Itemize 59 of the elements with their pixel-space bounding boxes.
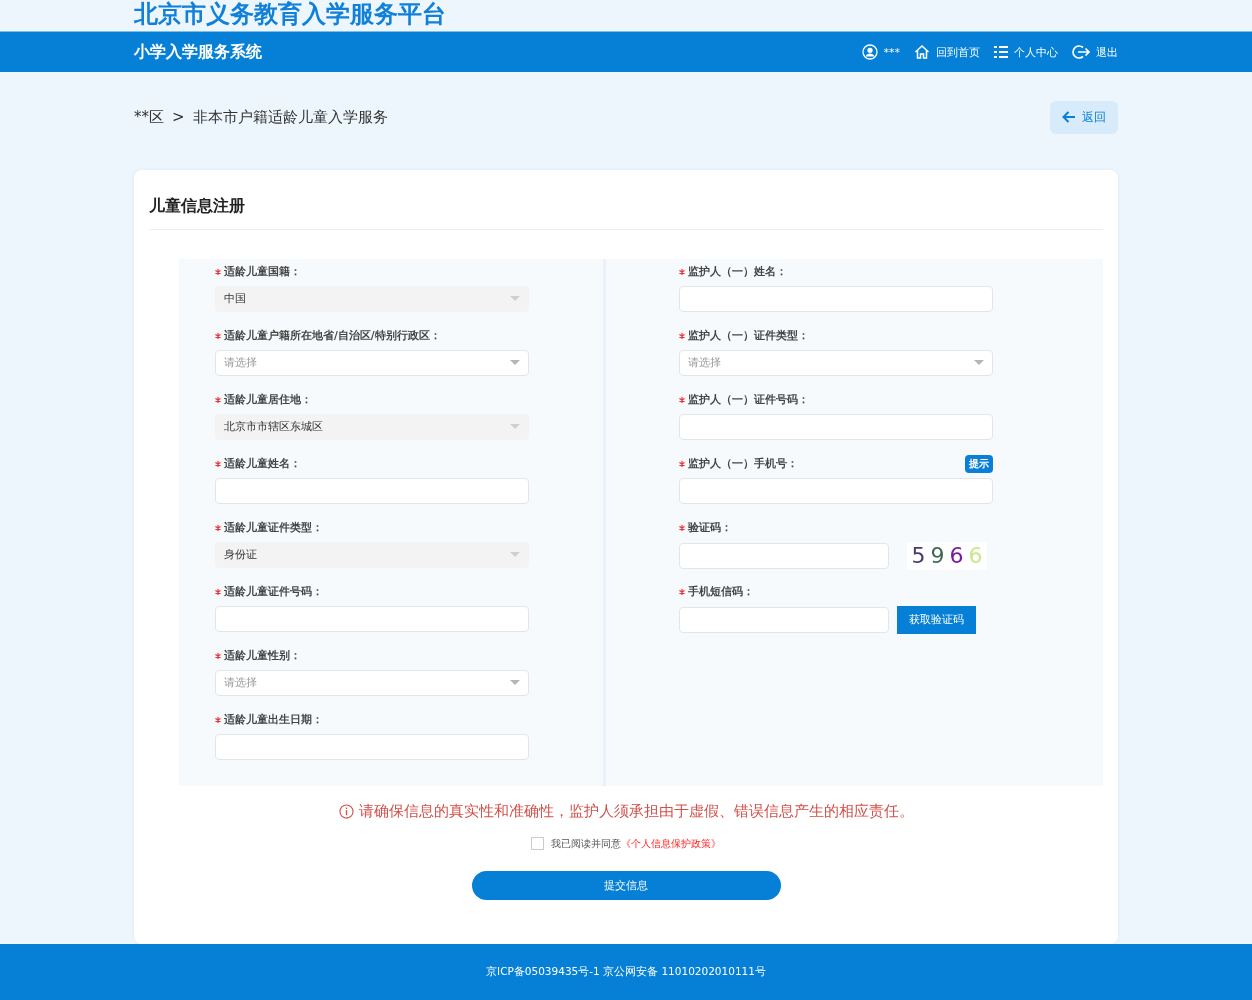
site-title: 北京市义务教育入学服务平台 — [134, 0, 447, 30]
field-label: 适龄儿童性别： — [224, 648, 301, 663]
breadcrumb-separator: > — [172, 107, 185, 127]
footer-text: 京ICP备05039435号-1 京公网安备 11010202010111号 — [486, 964, 766, 979]
select-field: 北京市市辖区东城区 — [215, 413, 529, 440]
input-field[interactable] — [679, 477, 993, 504]
dropdown-icon — [510, 359, 520, 366]
breadcrumb-item[interactable]: **区 — [134, 107, 164, 127]
sms-code-field[interactable] — [679, 606, 889, 633]
user-link[interactable]: *** — [861, 44, 900, 60]
agreement-text: 我已阅读并同意 — [551, 836, 621, 851]
captcha-input-field[interactable] — [679, 542, 889, 569]
breadcrumb-item: 非本市户籍适龄儿童入学服务 — [192, 107, 388, 127]
field-label: 验证码： — [688, 520, 732, 535]
arrow-left-icon — [1062, 111, 1076, 124]
home-icon — [914, 44, 930, 60]
list-icon — [994, 45, 1008, 59]
user-icon — [861, 44, 878, 60]
field-label: 适龄儿童姓名： — [224, 456, 301, 471]
input-field[interactable] — [679, 413, 993, 440]
logout-link[interactable]: 退出 — [1072, 44, 1118, 60]
dropdown-icon — [974, 359, 984, 366]
system-title: 小学入学服务系统 — [134, 41, 262, 63]
select-field: 中国 — [215, 285, 529, 312]
select-field: 身份证 — [215, 541, 529, 568]
input-field[interactable] — [679, 285, 993, 312]
field-label: 适龄儿童国籍： — [224, 264, 301, 279]
dropdown-icon — [510, 423, 520, 430]
dropdown-icon — [510, 679, 520, 686]
home-link[interactable]: 回到首页 — [914, 44, 980, 60]
agreement-checkbox[interactable] — [531, 837, 544, 851]
field-label: 适龄儿童出生日期： — [224, 712, 323, 727]
select-field[interactable]: 请选择 — [679, 349, 993, 376]
field-label: 监护人（一）手机号： — [688, 456, 798, 471]
back-button[interactable]: 返回 — [1050, 100, 1118, 134]
logout-icon — [1072, 44, 1090, 60]
field-label: 监护人（一）证件号码： — [688, 392, 809, 407]
submit-button[interactable]: 提交信息 — [471, 870, 781, 900]
field-label: 适龄儿童证件类型： — [224, 520, 323, 535]
info-icon — [338, 803, 354, 819]
input-field[interactable] — [215, 605, 529, 632]
field-label: 监护人（一）证件类型： — [688, 328, 809, 343]
input-field[interactable] — [215, 477, 529, 504]
dropdown-icon — [510, 295, 520, 302]
field-label: 监护人（一）姓名： — [688, 264, 787, 279]
form-title: 儿童信息注册 — [149, 169, 1103, 230]
field-label: 适龄儿童户籍所在地省/自治区/特别行政区： — [224, 328, 441, 343]
select-field[interactable]: 请选择 — [215, 349, 529, 376]
get-code-button[interactable]: 获取验证码 — [897, 605, 976, 634]
field-label: 适龄儿童证件号码： — [224, 584, 323, 599]
field-label: 适龄儿童居住地： — [224, 392, 312, 407]
personal-center-link[interactable]: 个人中心 — [994, 44, 1058, 60]
input-field[interactable] — [215, 733, 529, 760]
hint-badge[interactable]: 提示 — [965, 454, 993, 473]
field-label: 手机短信码： — [688, 584, 754, 599]
select-field[interactable]: 请选择 — [215, 669, 529, 696]
notice-text: 请确保信息的真实性和准确性，监护人须承担由于虚假、错误信息产生的相应责任。 — [358, 801, 914, 821]
dropdown-icon — [510, 551, 520, 558]
privacy-policy-link[interactable]: 《个人信息保护政策》 — [621, 836, 721, 851]
